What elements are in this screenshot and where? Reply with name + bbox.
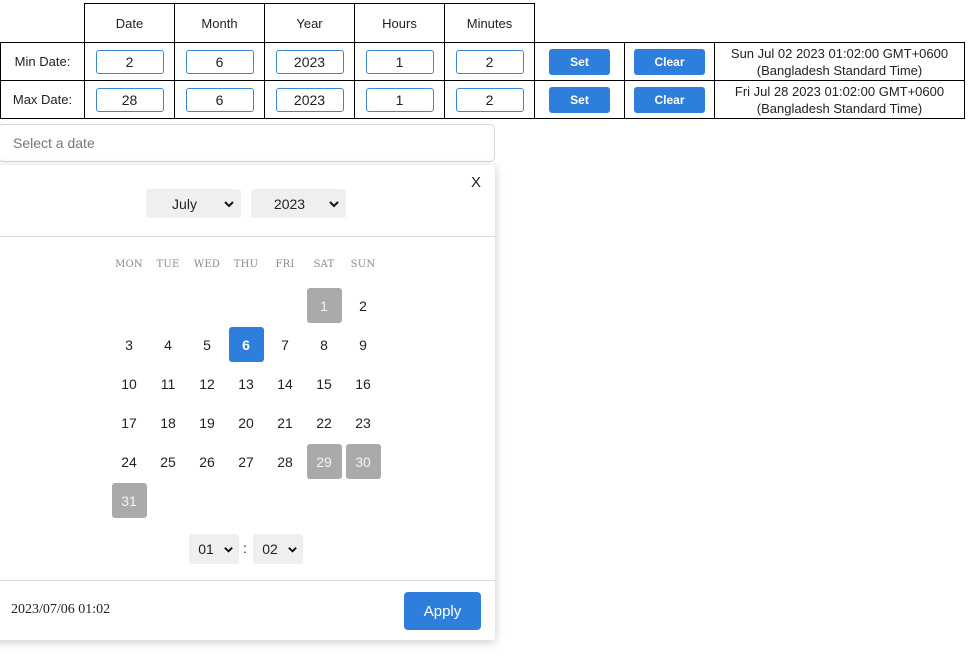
max-date-day-input[interactable]: [95, 87, 164, 112]
min-date-display: Sun Jul 02 2023 01:02:00 GMT+0600 (Bangl…: [714, 42, 965, 81]
calendar-day: 1: [306, 288, 342, 323]
hour-select[interactable]: 01: [189, 534, 239, 564]
min-date-display-line2: (Bangladesh Standard Time): [756, 62, 923, 78]
calendar-day[interactable]: 23: [346, 405, 381, 440]
min-date-minutes-input[interactable]: [455, 49, 524, 74]
header-divider: [0, 236, 495, 237]
min-date-label: Min Date:: [0, 42, 85, 81]
min-date-month-input[interactable]: [185, 49, 254, 74]
max-date-display-line2: (Bangladesh Standard Time): [756, 100, 923, 116]
header-date: Date: [84, 3, 175, 43]
max-date-label: Max Date:: [0, 80, 85, 119]
calendar-day[interactable]: 26: [190, 444, 225, 479]
min-date-day-input[interactable]: [95, 49, 164, 74]
weekday-label: TUE: [156, 259, 180, 270]
weekday-label: WED: [193, 259, 221, 270]
max-date-set-button[interactable]: Set: [549, 86, 610, 113]
time-separator: :: [243, 540, 247, 556]
header-month: Month: [174, 3, 265, 43]
header-hours: Hours: [354, 3, 445, 43]
footer-divider: [0, 580, 495, 581]
max-date-month-input[interactable]: [185, 87, 254, 112]
calendar-day[interactable]: 22: [307, 405, 342, 440]
calendar-day[interactable]: 3: [112, 327, 147, 362]
max-date-minutes-input[interactable]: [455, 87, 524, 112]
calendar-day-selected[interactable]: 6: [228, 327, 264, 362]
max-date-row: Max Date: Set Clear Fri Jul 28 2023 01:0…: [0, 80, 965, 119]
chevron-down-icon: [224, 200, 234, 207]
calendar-day[interactable]: 28: [268, 444, 303, 479]
date-picker-panel: X July 2023 MON TUE WED THU FRI SAT SUN 123456…: [0, 165, 495, 640]
chevron-down-icon: [224, 546, 233, 553]
max-date-hours-input[interactable]: [365, 87, 434, 112]
calendar-day[interactable]: 13: [229, 366, 264, 401]
calendar-day[interactable]: 9: [346, 327, 381, 362]
min-date-row: Min Date: Set Clear Sun Jul 02 2023 01:0…: [0, 42, 965, 81]
min-date-year-input[interactable]: [275, 49, 344, 74]
weekday-label: SAT: [313, 259, 335, 270]
selected-datetime-text: 2023/07/06 01:02: [11, 602, 111, 617]
chevron-down-icon: [329, 200, 339, 207]
min-date-clear-button[interactable]: Clear: [634, 48, 705, 75]
header-year: Year: [264, 3, 355, 43]
calendar-day[interactable]: 11: [151, 366, 186, 401]
minute-select-value: 02: [262, 541, 278, 557]
calendar-day: 30: [345, 444, 381, 479]
weekday-label: MON: [115, 259, 143, 270]
calendar-day[interactable]: 24: [112, 444, 147, 479]
year-select-value: 2023: [273, 195, 306, 212]
calendar-day[interactable]: 18: [151, 405, 186, 440]
calendar-day[interactable]: 21: [268, 405, 303, 440]
calendar-day[interactable]: 4: [151, 327, 186, 362]
min-date-hours-input[interactable]: [365, 49, 434, 74]
close-picker-button[interactable]: X: [471, 174, 481, 191]
calendar-day[interactable]: 17: [112, 405, 147, 440]
min-date-set-button[interactable]: Set: [549, 48, 610, 75]
weekday-label: FRI: [275, 259, 295, 270]
calendar-day[interactable]: 16: [346, 366, 381, 401]
calendar-day[interactable]: 27: [229, 444, 264, 479]
year-select[interactable]: 2023: [251, 189, 346, 218]
calendar-day[interactable]: 10: [112, 366, 147, 401]
header-minutes: Minutes: [444, 3, 535, 43]
max-date-clear-button[interactable]: Clear: [634, 86, 705, 113]
weekday-label: SUN: [350, 259, 376, 270]
apply-button[interactable]: Apply: [404, 592, 481, 630]
hour-select-value: 01: [198, 541, 214, 557]
calendar-day[interactable]: 19: [190, 405, 225, 440]
weekday-label: THU: [233, 259, 259, 270]
calendar-day[interactable]: 12: [190, 366, 225, 401]
calendar-day[interactable]: 2: [346, 288, 381, 323]
chevron-down-icon: [288, 546, 297, 553]
calendar-day[interactable]: 5: [190, 327, 225, 362]
calendar-day[interactable]: 14: [268, 366, 303, 401]
month-select-value: July: [172, 195, 197, 212]
calendar-day[interactable]: 20: [229, 405, 264, 440]
calendar-day[interactable]: 7: [268, 327, 303, 362]
max-date-year-input[interactable]: [275, 87, 344, 112]
calendar-day: 29: [306, 444, 342, 479]
calendar-day[interactable]: 15: [307, 366, 342, 401]
min-date-display-line1: Sun Jul 02 2023 01:02:00 GMT+0600: [730, 45, 949, 61]
calendar-day[interactable]: 8: [307, 327, 342, 362]
corner-cell: [1, 4, 85, 43]
minute-select[interactable]: 02: [253, 534, 303, 564]
max-date-display-line1: Fri Jul 28 2023 01:02:00 GMT+0600: [734, 83, 945, 99]
date-picker-input[interactable]: [0, 124, 495, 162]
calendar-day[interactable]: 25: [151, 444, 186, 479]
month-select[interactable]: July: [146, 189, 241, 218]
calendar-day: 31: [111, 483, 147, 518]
date-limits-table: Date Month Year Hours Minutes Min Date: …: [0, 3, 965, 119]
max-date-display: Fri Jul 28 2023 01:02:00 GMT+0600 (Bangl…: [714, 80, 965, 119]
